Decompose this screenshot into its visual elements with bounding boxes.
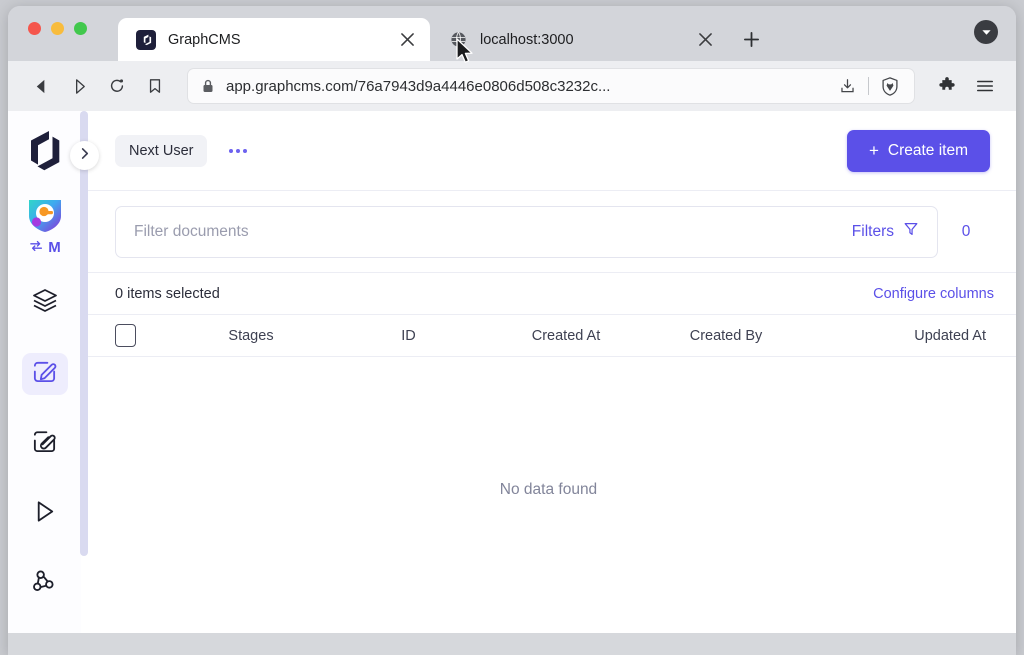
graphcms-logo-icon[interactable] <box>23 129 67 173</box>
project-label: M <box>48 239 61 257</box>
column-header-created-at[interactable]: Created At <box>486 328 646 344</box>
column-header-created-by[interactable]: Created By <box>646 328 806 344</box>
sidebar-item-assets[interactable] <box>22 423 68 465</box>
lock-icon <box>202 79 214 93</box>
minimize-window-button[interactable] <box>51 22 64 35</box>
url-text: app.graphcms.com/76a7943d9a4446e0806d508… <box>226 77 611 95</box>
toolbar-divider <box>868 77 869 95</box>
browser-window: GraphCMS localhost:3000 app.graphcms.com… <box>8 6 1016 655</box>
sidebar-item-api-playground[interactable] <box>22 493 68 535</box>
plus-icon: + <box>868 141 879 160</box>
filters-button[interactable]: Filters <box>852 221 919 242</box>
sidebar-divider <box>80 111 88 556</box>
bookmark-icon[interactable] <box>136 69 174 103</box>
maximize-window-button[interactable] <box>74 22 87 35</box>
filter-documents-input[interactable] <box>134 222 852 241</box>
back-arrow-icon[interactable] <box>22 69 60 103</box>
chevron-down-circle-icon[interactable] <box>974 20 998 44</box>
table-empty-state: No data found <box>81 357 1016 633</box>
column-header-stages[interactable]: Stages <box>171 328 331 344</box>
project-avatar[interactable] <box>22 191 68 237</box>
close-window-button[interactable] <box>28 22 41 35</box>
download-icon[interactable] <box>833 78 861 95</box>
mouse-cursor <box>455 38 475 70</box>
project-label-row: M <box>28 239 61 257</box>
funnel-icon <box>903 221 919 242</box>
configure-columns-link[interactable]: Configure columns <box>873 286 994 302</box>
create-item-button[interactable]: + Create item <box>846 129 990 172</box>
tab-list: GraphCMS localhost:3000 <box>118 18 766 61</box>
column-header-updated-at[interactable]: Updated At <box>806 328 994 344</box>
sidebar-item-schema[interactable] <box>22 283 68 325</box>
expand-sidebar-button[interactable] <box>70 141 99 170</box>
layers-icon <box>31 287 59 320</box>
filter-result-count: 0 <box>961 222 971 240</box>
tab-strip: GraphCMS localhost:3000 <box>8 6 1016 61</box>
play-icon <box>31 498 58 530</box>
sidebar-item-webhooks[interactable] <box>22 563 68 605</box>
filter-toolbar: Filters 0 <box>81 191 1016 273</box>
more-horizontal-icon[interactable] <box>229 148 248 153</box>
webhooks-icon <box>31 568 58 600</box>
toolbar-right-actions <box>930 69 1002 103</box>
content-edit-icon <box>31 358 58 390</box>
hamburger-menu-icon[interactable] <box>968 69 1002 103</box>
close-icon[interactable] <box>396 29 418 51</box>
model-tab-next-user[interactable]: Next User <box>115 134 208 167</box>
tab-title: GraphCMS <box>168 31 241 48</box>
assets-edit-icon <box>31 428 58 460</box>
sync-arrows-icon <box>28 239 46 257</box>
content-area: Next User + Create item Filters <box>81 111 1016 633</box>
no-data-message: No data found <box>499 481 598 498</box>
browser-toolbar: app.graphcms.com/76a7943d9a4446e0806d508… <box>8 61 1016 111</box>
brave-shield-icon[interactable] <box>876 76 904 96</box>
app-sidebar: M <box>8 111 99 633</box>
forward-arrow-icon[interactable] <box>60 69 98 103</box>
new-tab-button[interactable] <box>736 24 766 54</box>
window-controls <box>28 22 87 35</box>
close-icon[interactable] <box>694 29 716 51</box>
address-bar[interactable]: app.graphcms.com/76a7943d9a4446e0806d508… <box>188 69 914 103</box>
filters-label: Filters <box>851 222 894 240</box>
puzzle-piece-icon[interactable] <box>930 69 964 103</box>
model-toolbar: Next User + Create item <box>81 111 1016 191</box>
chevron-right-icon <box>79 147 90 165</box>
sidebar-item-content[interactable] <box>21 352 68 395</box>
web-content: M Next User + Create item Filter documen… <box>8 111 1016 633</box>
reload-icon[interactable] <box>98 69 136 103</box>
table-header-row: Stages ID Created At Created By Updated … <box>81 315 1016 357</box>
create-item-label: Create item <box>887 141 968 159</box>
filter-box[interactable]: Filters <box>115 205 938 258</box>
tab-graphcms[interactable]: GraphCMS <box>118 18 430 61</box>
select-all-checkbox[interactable] <box>115 324 171 347</box>
column-header-id[interactable]: ID <box>331 328 486 344</box>
checkbox-unchecked-icon <box>115 324 136 347</box>
tab-title: localhost:3000 <box>480 31 574 48</box>
graphcms-logo-icon <box>136 29 156 50</box>
selection-toolbar: 0 items selected Configure columns <box>81 273 1016 315</box>
items-selected-label: 0 items selected <box>115 285 220 302</box>
